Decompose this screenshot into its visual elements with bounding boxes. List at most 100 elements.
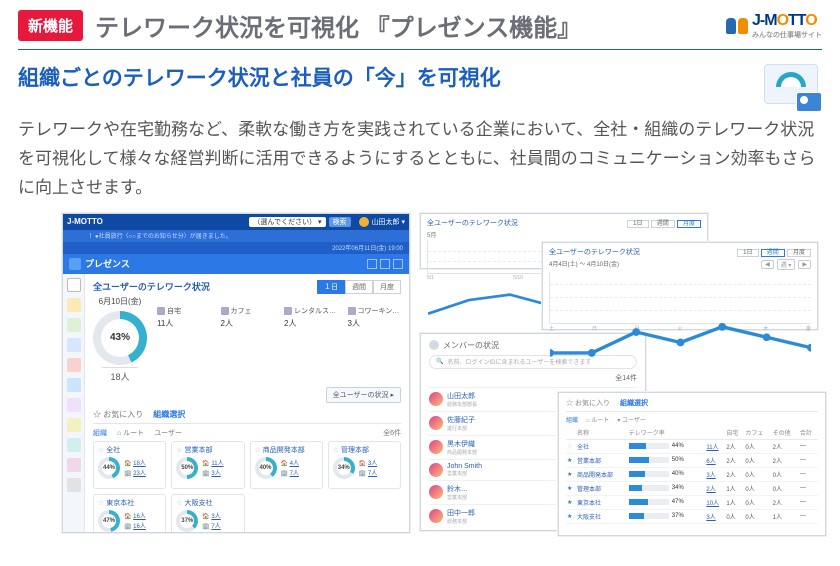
table-row[interactable]: ★大阪支社37%3人0人0人1人— — [566, 509, 818, 523]
star-icon[interactable]: ★ — [567, 458, 572, 464]
rate-bar — [629, 513, 669, 519]
new-feature-badge: 新機能 — [18, 10, 83, 41]
nav-calendar-icon[interactable] — [67, 278, 81, 292]
nav-doc-icon[interactable] — [67, 318, 81, 332]
range-selector[interactable]: 週 ▾ — [777, 259, 796, 270]
subtab-org[interactable]: 組織 — [566, 415, 578, 424]
star-icon[interactable]: ★ — [567, 486, 572, 492]
nav-presence-icon[interactable] — [67, 378, 81, 392]
nav-alert-icon[interactable] — [67, 358, 81, 372]
help-icon[interactable] — [393, 259, 403, 269]
table-row[interactable]: ★営業本部50%6人2人0人2人— — [566, 453, 818, 467]
star-icon[interactable]: ☆ — [176, 447, 182, 454]
rate-bar — [629, 457, 669, 463]
count-link[interactable]: 3人 — [706, 473, 715, 479]
count-link[interactable]: 6人 — [706, 459, 715, 465]
members-title: メンバーの状況 — [443, 340, 499, 351]
nav-item-icon[interactable] — [67, 438, 81, 452]
nav-chart-icon[interactable] — [67, 338, 81, 352]
org-link[interactable]: 管理本部 — [577, 487, 601, 493]
nav-item-icon[interactable] — [67, 478, 81, 492]
settings-icon[interactable] — [380, 259, 390, 269]
tab-week[interactable]: 週間 — [761, 249, 785, 257]
org-link[interactable]: 大阪支社 — [577, 515, 601, 521]
table-row[interactable]: ★管理本部34%2人1人0人0人— — [566, 481, 818, 495]
star-icon[interactable]: ☆ — [333, 447, 339, 454]
prev-button[interactable]: ◀ — [761, 260, 774, 269]
dept-card[interactable]: ☆管理本部34%🏠 3人🏢 7人 — [328, 441, 401, 489]
search-button[interactable]: 検索 — [329, 217, 351, 227]
dept-rate-arc: 40% — [255, 457, 277, 479]
org-link[interactable]: 東京本社 — [577, 501, 601, 507]
tab-week[interactable]: 週間 — [345, 280, 373, 294]
table-row[interactable]: ☆全社44%11人2人0人2人— — [566, 439, 818, 453]
count-link[interactable]: 10人 — [706, 501, 719, 507]
subtab-route[interactable]: ⌂ ルート — [117, 428, 144, 438]
refresh-icon[interactable] — [367, 259, 377, 269]
rate-bar — [629, 499, 669, 505]
tab-month[interactable]: 月度 — [787, 249, 811, 257]
dept-rate-arc: 34% — [333, 457, 355, 479]
nav-mail-icon[interactable] — [67, 298, 81, 312]
tab-month[interactable]: 月度 — [373, 280, 401, 294]
nav-item-icon[interactable] — [67, 458, 81, 472]
chart-title: 全ユーザーのテレワーク状況 — [427, 218, 518, 228]
subtab-org[interactable]: 組織 — [93, 428, 107, 438]
member-name: 佐藤紀子進行本部 — [447, 415, 507, 432]
star-icon[interactable]: ☆ — [567, 444, 572, 450]
star-icon[interactable]: ★ — [567, 500, 572, 506]
tab-favorites[interactable]: ☆ お気に入り — [566, 398, 610, 408]
module-title: プレゼンス — [85, 257, 130, 270]
telework-rate-donut: 43% — [93, 311, 147, 365]
status-item: カフェ2人 — [221, 306, 275, 329]
dept-card[interactable]: ☆全社44%🏠 18人🏢 23人 — [93, 441, 166, 489]
tab-1day[interactable]: 1日 — [627, 220, 648, 228]
page-title: テレワーク状況を可視化 『プレゼンス機能』 — [95, 8, 581, 43]
subtab-user[interactable]: ユーザー — [154, 428, 182, 438]
all-users-status-button[interactable]: 全ユーザーの状況 ▸ — [326, 387, 401, 403]
count-link[interactable]: 3人 — [706, 515, 715, 521]
next-button[interactable]: ▶ — [798, 260, 811, 269]
star-icon[interactable]: ☆ — [255, 447, 261, 454]
dept-card[interactable]: ☆商品開発本部40%🏠 4人🏢 7人 — [250, 441, 323, 489]
total-count: 全6件 — [383, 428, 401, 438]
count-link[interactable]: 11人 — [706, 445, 718, 451]
star-icon[interactable]: ★ — [567, 514, 572, 520]
status-item: レンタルス…2人 — [284, 306, 338, 329]
tab-org-select[interactable]: 組織選択 — [620, 398, 648, 408]
tab-favorites[interactable]: ☆ お気に入り — [93, 409, 143, 420]
avatar[interactable] — [359, 217, 369, 227]
search-select[interactable]: （選んでください） ▾ — [249, 217, 325, 227]
org-link[interactable]: 商品開発本部 — [577, 473, 613, 479]
notification-bar[interactable]: ！●社員旅行〈○○までのお知らせ分〉が届きました。 — [89, 231, 232, 240]
org-link[interactable]: 営業本部 — [577, 459, 601, 465]
user-menu[interactable]: 山田太郎 ▾ — [372, 217, 405, 227]
tab-week[interactable]: 週間 — [651, 220, 675, 228]
member-name: 山田太郎総務本部部長 — [447, 391, 507, 408]
star-icon[interactable]: ☆ — [98, 447, 104, 454]
star-icon[interactable]: ★ — [567, 472, 572, 478]
nav-item-icon[interactable] — [67, 398, 81, 412]
org-link[interactable]: 全社 — [577, 445, 589, 451]
tab-month[interactable]: 月度 — [677, 220, 701, 228]
status-icon — [348, 307, 356, 315]
member-name: John Smith営業本部 — [447, 463, 507, 477]
table-row[interactable]: ★東京本社47%10人1人0人2人— — [566, 495, 818, 509]
member-name: 黒木伊織商品開発本部 — [447, 439, 507, 456]
dept-name: 管理本部 — [341, 447, 369, 454]
star-icon[interactable]: ☆ — [176, 500, 182, 507]
avatar — [429, 485, 443, 499]
count-link[interactable]: 2人 — [706, 487, 715, 493]
subtab-user[interactable]: ▾ ユーザー — [617, 415, 646, 424]
tab-org-select[interactable]: 組織選択 — [153, 409, 185, 420]
subtab-route[interactable]: ⌂ ルート — [586, 415, 609, 424]
tab-1day[interactable]: １日 — [317, 280, 345, 294]
tab-1day[interactable]: 1日 — [737, 249, 758, 257]
star-icon[interactable]: ☆ — [98, 500, 104, 507]
dept-name: 営業本部 — [185, 447, 213, 454]
table-row[interactable]: ★商品開発本部40%3人2人0人0人— — [566, 467, 818, 481]
nav-item-icon[interactable] — [67, 418, 81, 432]
dept-card[interactable]: ☆東京本社47%🏠 16人🏢 16人 — [93, 494, 166, 532]
dept-card[interactable]: ☆大阪支社37%🏠 3人🏢 7人 — [171, 494, 244, 532]
dept-card[interactable]: ☆営業本部50%🏠 11人🏢 3人 — [171, 441, 244, 489]
